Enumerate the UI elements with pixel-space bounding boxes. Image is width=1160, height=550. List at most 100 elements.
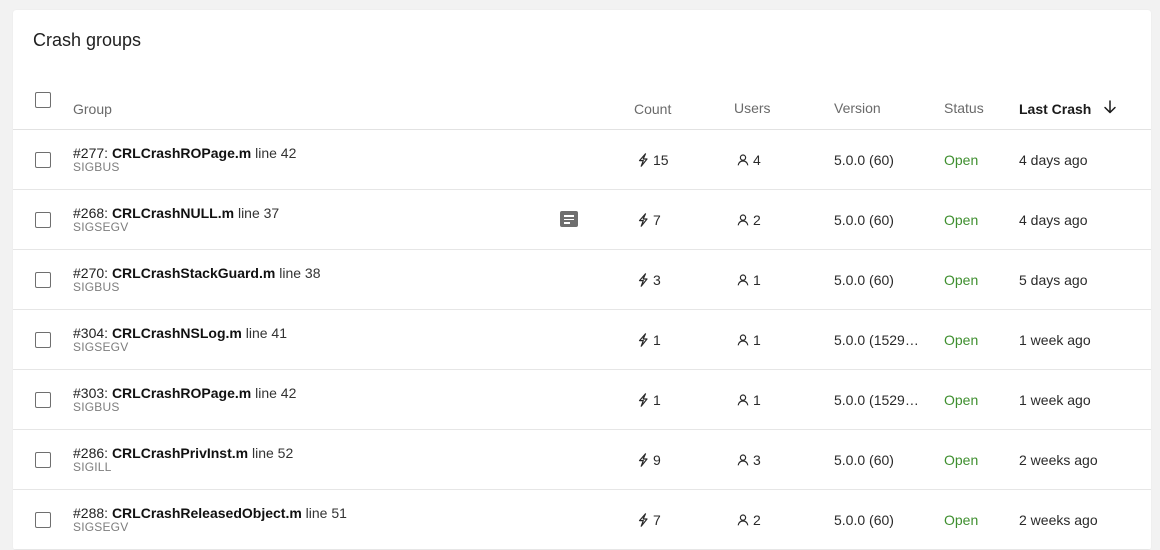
row-checkbox[interactable] xyxy=(35,512,51,528)
select-all-checkbox[interactable] xyxy=(35,92,51,108)
version-cell: 5.0.0 (60) xyxy=(834,512,894,528)
column-header-status[interactable]: Status xyxy=(944,100,984,116)
users-cell: 1 xyxy=(737,391,761,409)
group-title[interactable]: #286: CRLCrashPrivInst.m line 52 xyxy=(73,445,543,461)
note-icon[interactable] xyxy=(560,211,578,227)
column-header-group[interactable]: Group xyxy=(73,101,112,117)
count-cell: 3 xyxy=(637,271,661,289)
group-id: #288: xyxy=(73,505,109,521)
table-row[interactable]: #303: CRLCrashROPage.m line 42 SIGBUS 1 … xyxy=(13,370,1151,430)
row-checkbox[interactable] xyxy=(35,152,51,168)
panel-title: Crash groups xyxy=(33,30,142,50)
crash-count: 7 xyxy=(653,512,661,528)
count-cell: 1 xyxy=(637,331,661,349)
group-line: line 52 xyxy=(251,445,294,461)
count-cell: 9 xyxy=(637,451,661,469)
count-cell: 7 xyxy=(637,511,661,529)
group-cell[interactable]: #286: CRLCrashPrivInst.m line 52 SIGILL xyxy=(73,445,543,474)
group-signal: SIGBUS xyxy=(73,280,120,294)
group-id: #286: xyxy=(73,445,109,461)
users-cell: 3 xyxy=(737,451,761,469)
person-icon xyxy=(737,214,749,226)
person-icon xyxy=(737,334,749,346)
row-checkbox[interactable] xyxy=(35,392,51,408)
group-file: CRLCrashNSLog.m xyxy=(111,325,242,341)
group-title[interactable]: #277: CRLCrashROPage.m line 42 xyxy=(73,145,543,161)
column-header-version[interactable]: Version xyxy=(834,100,881,116)
group-cell[interactable]: #303: CRLCrashROPage.m line 42 SIGBUS xyxy=(73,385,543,414)
group-file: CRLCrashROPage.m xyxy=(111,145,252,161)
status-cell: Open xyxy=(944,332,979,348)
row-checkbox[interactable] xyxy=(35,332,51,348)
group-line: line 38 xyxy=(279,265,321,281)
group-file: CRLCrashROPage.m xyxy=(111,385,252,401)
bolt-icon xyxy=(638,212,648,227)
person-icon xyxy=(737,274,749,286)
group-signal: SIGSEGV xyxy=(73,340,129,354)
group-signal: SIGBUS xyxy=(73,160,120,174)
group-cell[interactable]: #270: CRLCrashStackGuard.m line 38 SIGBU… xyxy=(73,265,543,294)
bolt-icon xyxy=(638,452,648,467)
crash-count: 3 xyxy=(653,272,661,288)
person-icon xyxy=(737,394,749,406)
group-cell[interactable]: #288: CRLCrashReleasedObject.m line 51 S… xyxy=(73,505,543,534)
last-crash-cell: 2 weeks ago xyxy=(1019,452,1098,468)
group-title[interactable]: #304: CRLCrashNSLog.m line 41 xyxy=(73,325,543,341)
group-title[interactable]: #268: CRLCrashNULL.m line 37 xyxy=(73,205,543,221)
table-row[interactable]: #270: CRLCrashStackGuard.m line 38 SIGBU… xyxy=(13,250,1151,310)
last-crash-cell: 1 week ago xyxy=(1019,332,1091,348)
group-id: #270: xyxy=(73,265,109,281)
group-title[interactable]: #288: CRLCrashReleasedObject.m line 51 xyxy=(73,505,543,521)
version-cell: 5.0.0 (60) xyxy=(834,452,894,468)
table-row[interactable]: #277: CRLCrashROPage.m line 42 SIGBUS 15… xyxy=(13,130,1151,190)
version-cell: 5.0.0 (1529… xyxy=(834,392,919,408)
group-cell[interactable]: #304: CRLCrashNSLog.m line 41 SIGSEGV xyxy=(73,325,543,354)
column-header-last-crash[interactable]: Last Crash xyxy=(1019,100,1117,117)
users-cell: 1 xyxy=(737,271,761,289)
group-line: line 42 xyxy=(255,385,297,401)
table-row[interactable]: #268: CRLCrashNULL.m line 37 SIGSEGV 7 2… xyxy=(13,190,1151,250)
group-file: CRLCrashPrivInst.m xyxy=(111,445,249,461)
row-checkbox[interactable] xyxy=(35,272,51,288)
group-file: CRLCrashReleasedObject.m xyxy=(111,505,302,521)
user-count: 1 xyxy=(753,392,761,408)
group-line: line 51 xyxy=(305,505,347,521)
crash-count: 1 xyxy=(653,332,661,348)
group-line: line 42 xyxy=(255,145,297,161)
version-cell: 5.0.0 (1529… xyxy=(834,332,919,348)
user-count: 2 xyxy=(753,512,761,528)
group-signal: SIGBUS xyxy=(73,400,120,414)
status-cell: Open xyxy=(944,392,979,408)
status-cell: Open xyxy=(944,452,979,468)
group-title[interactable]: #303: CRLCrashROPage.m line 42 xyxy=(73,385,543,401)
table-row[interactable]: #286: CRLCrashPrivInst.m line 52 SIGILL … xyxy=(13,430,1151,490)
group-cell[interactable]: #268: CRLCrashNULL.m line 37 SIGSEGV xyxy=(73,205,543,234)
row-checkbox[interactable] xyxy=(35,452,51,468)
user-count: 2 xyxy=(753,212,761,228)
crash-count: 1 xyxy=(653,392,661,408)
last-crash-cell: 2 weeks ago xyxy=(1019,512,1098,528)
group-line: line 41 xyxy=(245,325,287,341)
users-cell: 2 xyxy=(737,511,761,529)
version-cell: 5.0.0 (60) xyxy=(834,152,894,168)
table-header: Group Count Users Version Status Last Cr… xyxy=(13,70,1151,130)
person-icon xyxy=(737,454,749,466)
user-count: 1 xyxy=(753,272,761,288)
table-row[interactable]: #304: CRLCrashNSLog.m line 41 SIGSEGV 1 … xyxy=(13,310,1151,370)
crash-count: 9 xyxy=(653,452,661,468)
group-cell[interactable]: #277: CRLCrashROPage.m line 42 SIGBUS xyxy=(73,145,543,174)
group-id: #303: xyxy=(73,385,109,401)
status-cell: Open xyxy=(944,152,979,168)
count-cell: 15 xyxy=(637,151,669,169)
crash-groups-panel: Crash groups Group Count Users Version S… xyxy=(13,10,1151,550)
table-row[interactable]: #288: CRLCrashReleasedObject.m line 51 S… xyxy=(13,490,1151,550)
group-title[interactable]: #270: CRLCrashStackGuard.m line 38 xyxy=(73,265,543,281)
status-cell: Open xyxy=(944,512,979,528)
column-header-count[interactable]: Count xyxy=(634,101,671,117)
group-line: line 37 xyxy=(237,205,280,221)
count-cell: 1 xyxy=(637,391,661,409)
column-header-users[interactable]: Users xyxy=(734,100,771,116)
users-cell: 2 xyxy=(737,211,761,229)
row-checkbox[interactable] xyxy=(35,212,51,228)
group-id: #277: xyxy=(73,145,109,161)
